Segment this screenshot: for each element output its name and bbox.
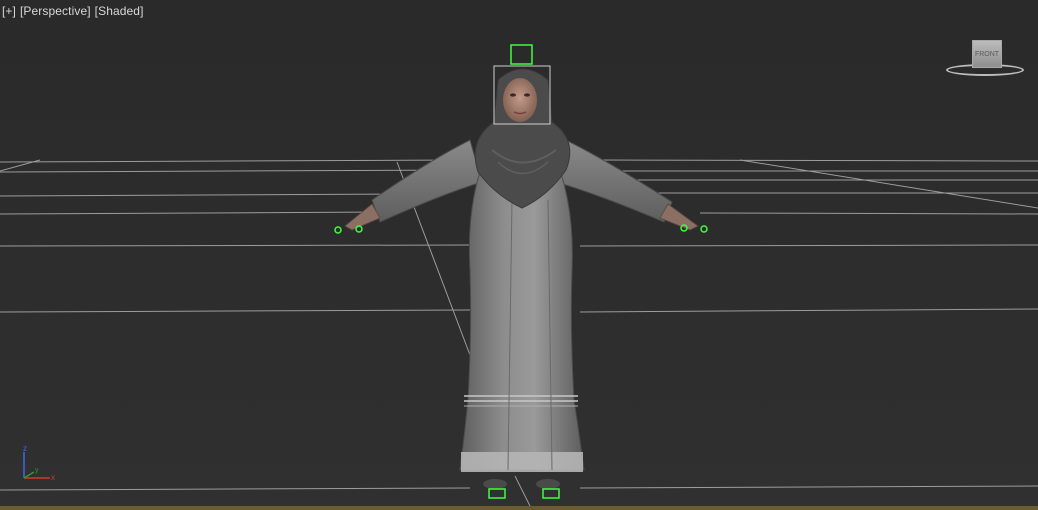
right-sleeve <box>555 139 673 223</box>
right-hand <box>659 203 699 231</box>
grid-line <box>0 211 391 215</box>
viewport-shading-menu[interactable]: [Shaded] <box>95 4 144 18</box>
right-eye <box>524 93 530 97</box>
axis-x-label: x <box>51 473 55 482</box>
grid-line <box>599 159 1038 162</box>
viewport-bottom-border <box>0 506 1038 510</box>
left-sleeve <box>371 139 483 223</box>
grid-line <box>0 169 471 173</box>
right-foot <box>536 479 560 489</box>
grid-line <box>579 485 1038 489</box>
grid-line <box>739 159 1038 209</box>
face <box>503 78 537 122</box>
axis-tripod-icon: z x y <box>23 444 55 482</box>
axis-z-label: z <box>23 444 27 453</box>
axis-y-label: y <box>35 467 39 474</box>
scene-canvas[interactable] <box>0 0 1038 510</box>
grid-line <box>579 308 1038 313</box>
right-foot-helper <box>542 488 560 499</box>
grid-line <box>579 244 1038 247</box>
viewcube-front-face[interactable]: FRONT <box>972 40 1002 68</box>
perspective-viewport[interactable]: [+] [Perspective] [Shaded] FRONT z x y <box>0 0 1038 510</box>
head-helper <box>510 44 533 65</box>
robe-hem <box>461 452 583 472</box>
viewport-label-menu[interactable]: [+] [Perspective] [Shaded] <box>2 4 144 18</box>
grid-line <box>699 212 1038 215</box>
character-model[interactable] <box>344 68 699 489</box>
right-hand-helper <box>700 225 708 233</box>
viewport-point-of-view-menu[interactable]: [Perspective] <box>20 4 91 18</box>
grid-line <box>0 193 421 197</box>
grid-line <box>0 309 471 313</box>
left-eye <box>510 93 516 97</box>
left-foot-helper <box>488 488 506 499</box>
grid-line <box>514 475 531 507</box>
left-foot <box>483 479 507 489</box>
grid-line <box>0 159 461 163</box>
grid-line <box>0 487 471 491</box>
grid-line <box>0 244 471 247</box>
viewcube-icon[interactable]: FRONT <box>946 38 1026 82</box>
left-hand-helper <box>334 226 342 234</box>
viewport-general-menu[interactable]: [+] <box>2 4 16 18</box>
